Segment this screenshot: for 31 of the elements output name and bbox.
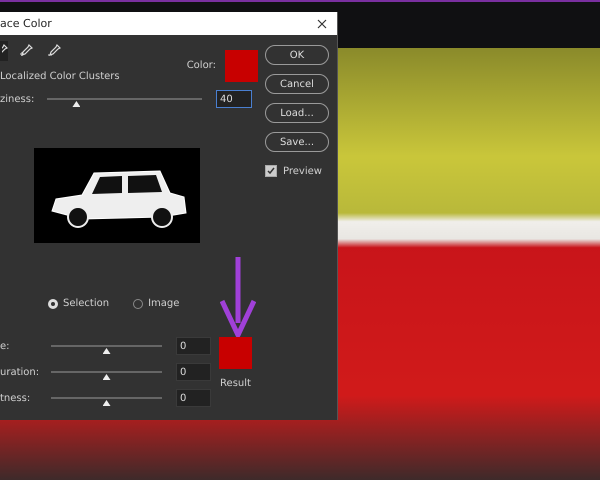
fuzziness-field[interactable]: 40 [216,90,252,108]
dialog-button[interactable]: OK [265,45,329,65]
adjustment-label: tness: [0,393,30,404]
adjustment-field[interactable]: 0 [176,389,211,407]
dialog-button[interactable]: Cancel [265,74,329,94]
result-label: Result [220,378,251,389]
view-radio[interactable]: Image [133,298,180,309]
result-swatch [219,337,252,369]
eyedropper-plus-icon [19,44,33,58]
checkmark-icon [267,167,275,175]
slider-thumb[interactable] [72,101,80,107]
close-button[interactable] [315,16,329,30]
eyedropper-tool[interactable] [0,41,8,61]
adjustment-label: uration: [0,367,40,378]
color-swatch[interactable] [225,50,258,82]
slider-thumb[interactable] [102,400,110,406]
adjustment-field[interactable]: 0 [176,363,211,381]
eyedropper-minus-icon [47,44,61,58]
slider-thumb[interactable] [102,374,110,380]
preview-checkbox[interactable]: Preview [265,165,329,177]
adjustment-label: e: [0,341,10,352]
color-label: Color: [186,60,216,71]
dialog-button[interactable]: Load... [265,103,329,123]
slider-thumb[interactable] [102,348,110,354]
localized-clusters-label: Localized Color Clusters [0,71,120,82]
window-title: ace Color [0,17,52,30]
view-radio[interactable]: Selection [48,298,110,309]
close-icon [317,18,327,28]
fuzziness-label: ziness: [0,94,34,105]
dialog-button[interactable]: Save... [265,132,329,152]
adjustment-field[interactable]: 0 [176,337,211,355]
